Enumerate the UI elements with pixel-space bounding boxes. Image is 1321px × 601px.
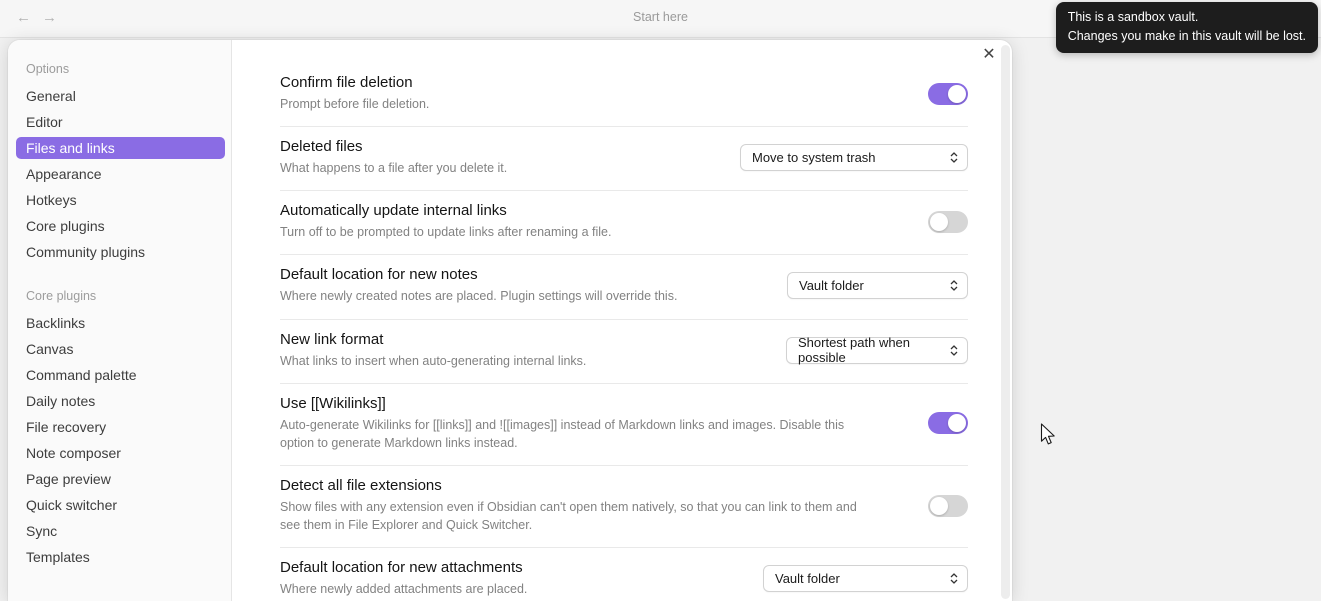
toggle-knob xyxy=(948,84,966,103)
setting-row-auto-update-links: Automatically update internal links Turn… xyxy=(280,191,968,256)
setting-title: Default location for new notes xyxy=(280,266,478,284)
setting-title: New link format xyxy=(280,330,384,348)
select-chevron-icon xyxy=(950,573,958,585)
settings-content: ✕ Confirm file deletion Prompt before fi… xyxy=(232,40,1012,601)
sidebar-item-note-composer[interactable]: Note composer xyxy=(16,442,225,464)
auto-update-links-toggle[interactable] xyxy=(928,210,968,233)
sandbox-vault-tooltip: This is a sandbox vault. Changes you mak… xyxy=(1055,2,1318,53)
sidebar-item-command-palette[interactable]: Command palette xyxy=(16,364,225,386)
setting-description: Where newly created notes are placed. Pl… xyxy=(280,289,678,304)
sidebar-item-hotkeys[interactable]: Hotkeys xyxy=(16,189,225,211)
select-chevron-icon xyxy=(950,280,958,292)
setting-row-new-link-format: New link format What links to insert whe… xyxy=(280,320,968,384)
setting-description: Where newly added attachments are placed… xyxy=(280,582,528,597)
sidebar-item-quick-switcher[interactable]: Quick switcher xyxy=(16,494,225,516)
new-link-format-dropdown[interactable]: Shortest path when possible xyxy=(786,335,968,366)
sidebar-section-core-plugins: Core plugins xyxy=(26,289,97,303)
setting-title: Detect all file extensions xyxy=(280,476,442,494)
select-chevron-icon xyxy=(950,344,958,356)
scrollbar-thumb[interactable] xyxy=(1001,45,1010,599)
dropdown-value: Move to system trash xyxy=(752,150,876,166)
setting-description: What links to insert when auto-generatin… xyxy=(280,353,587,368)
toggle-knob xyxy=(930,496,948,515)
tooltip-line-1: This is a sandbox vault. xyxy=(1067,10,1199,24)
setting-row-new-notes-location: Default location for new notes Where new… xyxy=(280,255,968,320)
setting-title: Confirm file deletion xyxy=(280,74,413,91)
setting-description: Show files with any extension even if Ob… xyxy=(280,499,857,532)
setting-title: Default location for new attachments xyxy=(280,559,523,577)
sidebar-item-editor[interactable]: Editor xyxy=(16,111,225,133)
sidebar-item-appearance[interactable]: Appearance xyxy=(16,163,225,185)
setting-row-use-wikilinks: Use [[Wikilinks]] Auto-generate Wikilink… xyxy=(280,384,968,466)
tooltip-line-2: Changes you make in this vault will be l… xyxy=(1067,29,1306,43)
dropdown-value: Vault folder xyxy=(775,571,840,587)
deleted-files-dropdown[interactable]: Move to system trash xyxy=(740,144,968,172)
sidebar-section-options: Options xyxy=(26,62,70,76)
setting-row-detect-extensions: Detect all file extensions Show files wi… xyxy=(280,466,968,549)
sidebar-item-general[interactable]: General xyxy=(16,85,225,107)
dropdown-value: Vault folder xyxy=(799,278,864,294)
settings-sidebar: Options General Editor Files and links A… xyxy=(8,40,232,601)
dropdown-value: Shortest path when possible xyxy=(798,335,911,366)
sidebar-item-templates[interactable]: Templates xyxy=(16,546,225,568)
sidebar-item-page-preview[interactable]: Page preview xyxy=(16,468,225,490)
setting-description: Prompt before file deletion. xyxy=(280,97,430,111)
setting-row-deleted-files: Deleted files What happens to a file aft… xyxy=(280,127,968,192)
setting-title: Use [[Wikilinks]] xyxy=(280,394,386,412)
sidebar-item-files-and-links[interactable]: Files and links xyxy=(16,137,225,159)
attachments-location-dropdown[interactable]: Vault folder xyxy=(763,565,968,593)
setting-description: Turn off to be prompted to update links … xyxy=(280,225,612,240)
toggle-knob xyxy=(948,414,966,433)
sidebar-item-backlinks[interactable]: Backlinks xyxy=(16,312,225,334)
sidebar-item-community-plugins[interactable]: Community plugins xyxy=(16,241,225,263)
toggle-knob xyxy=(930,212,948,231)
mouse-cursor xyxy=(1040,423,1057,452)
setting-title: Automatically update internal links xyxy=(280,202,507,220)
close-icon[interactable]: ✕ xyxy=(978,44,1000,66)
sidebar-item-sync[interactable]: Sync xyxy=(16,520,225,542)
sidebar-item-daily-notes[interactable]: Daily notes xyxy=(16,390,225,412)
select-chevron-icon xyxy=(950,152,958,164)
setting-row-attachments-location: Default location for new attachments Whe… xyxy=(280,548,968,601)
setting-title: Deleted files xyxy=(280,138,363,156)
settings-modal: Options General Editor Files and links A… xyxy=(8,40,1012,601)
use-wikilinks-toggle[interactable] xyxy=(928,412,968,435)
sidebar-item-canvas[interactable]: Canvas xyxy=(16,338,225,360)
sidebar-item-file-recovery[interactable]: File recovery xyxy=(16,416,225,438)
confirm-file-deletion-toggle[interactable] xyxy=(928,82,968,105)
modal-scrollbar[interactable] xyxy=(1001,43,1010,601)
detect-extensions-toggle[interactable] xyxy=(928,494,968,517)
setting-description: Auto-generate Wikilinks for [[links]] an… xyxy=(280,417,845,450)
setting-row-confirm-file-deletion: Confirm file deletion Prompt before file… xyxy=(280,56,968,128)
setting-description: What happens to a file after you delete … xyxy=(280,161,508,176)
new-notes-location-dropdown[interactable]: Vault folder xyxy=(787,272,968,300)
sidebar-item-core-plugins[interactable]: Core plugins xyxy=(16,215,225,237)
